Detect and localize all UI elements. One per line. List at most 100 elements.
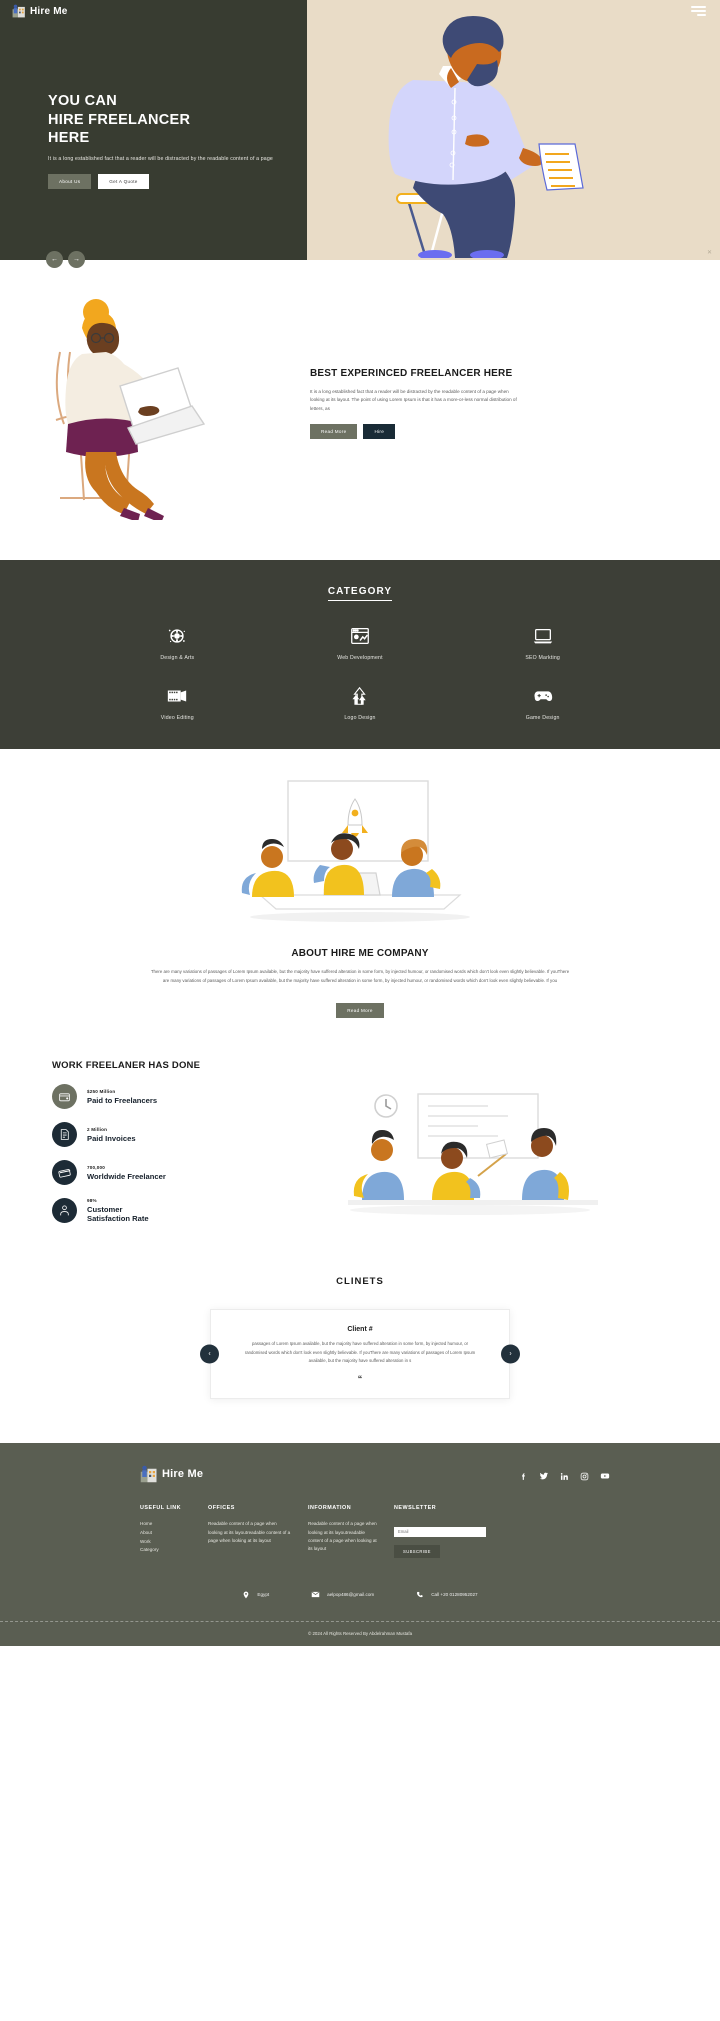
linkedin-icon[interactable] [560, 1472, 569, 1481]
youtube-icon[interactable] [600, 1471, 610, 1481]
stat-item: 98% Customer Satisfaction Rate [52, 1198, 320, 1224]
stat-number: $250 Million [87, 1088, 116, 1094]
category-label: Web Development [337, 655, 383, 661]
footer-brand[interactable]: Hire Me [140, 1465, 203, 1483]
video-editing-icon [86, 683, 269, 709]
stat-number: 2 Million [87, 1126, 108, 1132]
hero-illustration [388, 16, 584, 258]
footer-col-newsletter: NEWSLETTER SUBSCRIBE [394, 1505, 504, 1559]
category-label: SEO Markting [525, 655, 561, 661]
clients-title: CLINETS [336, 1276, 384, 1288]
facebook-icon[interactable] [519, 1472, 528, 1481]
stat-label: Paid Invoices [87, 1133, 136, 1143]
category-item-logo-design[interactable]: Logo Design [269, 683, 452, 721]
footer-information-text: Readable content of a page when looking … [308, 1521, 377, 1552]
customer-icon [52, 1198, 77, 1224]
contact-phone-text[interactable]: Call +20 01280952027 [431, 1592, 477, 1597]
contact-email-text[interactable]: aelpop486@gmail.com [327, 1592, 374, 1597]
twitter-icon[interactable] [539, 1471, 549, 1481]
footer-link-home[interactable]: Home [140, 1520, 192, 1529]
hire-me-logo-icon [140, 1466, 157, 1483]
instagram-icon[interactable] [580, 1472, 589, 1481]
category-label: Game Design [525, 715, 560, 721]
contact-email: aelpop486@gmail.com [311, 1590, 374, 1599]
clients-next-button[interactable]: › [501, 1344, 520, 1364]
envelope-icon [311, 1591, 320, 1598]
work-stats-list: WORK FREELANER HAS DONE $250 Million Pai… [0, 1060, 320, 1228]
category-label: Video Editing [160, 715, 194, 721]
footer-columns: USEFUL LINK Home About Work Category OFF… [0, 1483, 720, 1559]
close-icon[interactable]: ✕ [707, 249, 712, 256]
location-pin-icon [244, 1591, 249, 1599]
work-stats-section: WORK FREELANER HAS DONE $250 Million Pai… [0, 1048, 720, 1269]
read-more-button[interactable]: Read More [310, 424, 358, 440]
footer-col-information: INFORMATION Readable content of a page w… [308, 1505, 394, 1558]
stat-item: 700,000 Worldwide Freelancer [52, 1160, 320, 1186]
stat-item: $250 Million Paid to Freelancers [52, 1084, 320, 1110]
category-item-game-design[interactable]: Game Design [451, 683, 634, 721]
category-item-seo-marketing[interactable]: SEO Markting [451, 623, 634, 661]
carousel-next-button[interactable]: → [68, 251, 85, 268]
category-item-video-editing[interactable]: Video Editing [86, 683, 269, 721]
experience-buttons: Read More Hire [310, 424, 522, 440]
hire-button[interactable]: Hire [363, 424, 396, 440]
landing-page: Hire Me YOU CAN HIRE FREELANCER HERE It … [0, 0, 720, 1647]
footer-col-heading: INFORMATION [308, 1505, 352, 1512]
hire-me-logo-icon [12, 4, 25, 18]
subscribe-button[interactable]: SUBSCRIBE [394, 1545, 440, 1559]
hero-carousel-controls: ← → [46, 251, 85, 268]
category-label: Design & Arts [160, 655, 195, 661]
about-heading: ABOUT HIRE ME COMPANY [291, 948, 429, 959]
hero-left-panel: Hire Me YOU CAN HIRE FREELANCER HERE It … [0, 0, 307, 268]
work-team-illustration [348, 1093, 598, 1216]
category-title: CATEGORY [0, 586, 720, 601]
stat-label: Customer Satisfaction Rate [87, 1205, 149, 1224]
clients-prev-button[interactable]: ‹ [200, 1344, 219, 1364]
client-testimonial-card: Client # passages of Lorem Ipsum availab… [210, 1309, 510, 1400]
client-text: passages of Lorem Ipsum available, but t… [244, 1341, 476, 1363]
footer: Hire Me USEFUL LINK Home About Work Cate… [0, 1443, 720, 1647]
footer-copyright: © 2024 All Rights Reserved By Abdelrahma… [0, 1622, 720, 1647]
footer-top: Hire Me [0, 1465, 720, 1483]
hamburger-menu-icon[interactable] [691, 6, 706, 18]
carousel-prev-button[interactable]: ← [46, 251, 63, 268]
footer-link-work[interactable]: Work [140, 1538, 192, 1547]
footer-brand-name: Hire Me [162, 1468, 204, 1481]
hero-section: Hire Me YOU CAN HIRE FREELANCER HERE It … [0, 0, 720, 268]
web-development-icon [269, 623, 452, 649]
category-label: Logo Design [344, 715, 376, 721]
brand-logo[interactable]: Hire Me [12, 4, 68, 18]
footer-contact-bar: Egypt aelpop486@gmail.com Call +20 01280… [0, 1558, 720, 1623]
stat-item: 2 Million Paid Invoices [52, 1122, 320, 1148]
stat-number: 98% [87, 1198, 97, 1204]
design-arts-icon [86, 623, 269, 649]
experience-heading: BEST EXPERINCED FREELANCER HERE [310, 368, 513, 379]
contact-location-text: Egypt [257, 1592, 270, 1598]
footer-col-heading: USEFUL LINK [140, 1505, 182, 1512]
stat-label: Paid to Freelancers [87, 1095, 158, 1105]
contact-phone: Call +20 01280952027 [416, 1590, 478, 1599]
newsletter-email-input[interactable] [394, 1526, 486, 1537]
category-item-web-development[interactable]: Web Development [269, 623, 452, 661]
clients-carousel: ‹ Client # passages of Lorem Ipsum avail… [200, 1309, 520, 1400]
logo-design-icon [269, 683, 452, 709]
hero-right-panel: ✕ [307, 0, 720, 260]
brand-name: Hire Me [30, 5, 68, 17]
footer-col-heading: NEWSLETTER [394, 1505, 437, 1512]
footer-link-category[interactable]: Category [140, 1546, 192, 1555]
wallet-icon [52, 1084, 77, 1110]
footer-offices-text: Readable content of a page when looking … [208, 1521, 291, 1543]
category-item-design-arts[interactable]: Design & Arts [86, 623, 269, 661]
footer-col-offices: OFFICES Readable content of a page when … [208, 1505, 308, 1558]
work-illustration-wrap [320, 1060, 720, 1228]
footer-link-about[interactable]: About [140, 1529, 192, 1538]
about-read-more-button[interactable]: Read More [336, 1003, 384, 1019]
get-a-quote-button[interactable]: Get A Quote [98, 173, 149, 189]
stat-number: 700,000 [87, 1164, 106, 1170]
invoice-icon [52, 1122, 77, 1148]
stat-label: Worldwide Freelancer [87, 1171, 166, 1181]
about-us-button[interactable]: About Us [48, 173, 92, 189]
quote-icon: “ [357, 1374, 363, 1385]
about-paragraph: There are many variations of passages of… [150, 969, 570, 983]
footer-col-useful-link: USEFUL LINK Home About Work Category [140, 1505, 208, 1558]
